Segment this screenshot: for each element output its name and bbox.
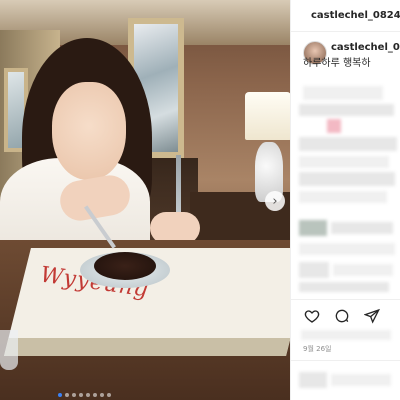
carousel-dot [72,393,76,397]
blurred-comment [327,119,341,133]
caption-text: 하루하루 행복하 [303,58,371,69]
header-username-row[interactable]: castlechel_0824✓ [311,10,400,21]
carousel-dot [79,393,83,397]
blurred-comment-input [331,374,391,386]
blurred-comment [299,137,397,151]
chocolate-cake [94,252,156,280]
blurred-comment [299,156,389,168]
carousel-dot [100,393,104,397]
like-button[interactable] [303,307,321,325]
chevron-right-icon: › [272,193,278,209]
person-face [52,82,126,180]
header-username[interactable]: castlechel_0824 [311,10,400,21]
blurred-comment [299,104,394,116]
caption-username[interactable]: castlechel_0824 [331,42,400,53]
comment-icon [335,309,349,323]
post-date: 9월 26일 [303,345,332,353]
carousel-dot [86,393,90,397]
carousel-indicator [58,393,111,397]
heart-icon [304,310,320,323]
blurred-comment-input [299,372,327,388]
post-side-panel: castlechel_0824✓ castlechel_0824 하루하루 행복… [290,0,400,400]
blurred-comment [299,282,389,292]
post-header: castlechel_0824✓ [291,0,400,30]
share-icon [364,308,380,324]
share-button[interactable] [363,307,381,325]
carousel-dot [58,393,62,397]
header-divider [291,31,400,32]
blurred-comment [331,222,393,234]
lamp-shade [245,92,290,140]
next-photo-button[interactable]: › [265,191,285,211]
action-bar [303,307,381,325]
blurred-comment [299,220,327,236]
comment-button[interactable] [333,307,351,325]
carousel-dot [107,393,111,397]
carousel-dot [93,393,97,397]
blurred-comment [299,243,395,255]
blurred-comment [303,86,383,100]
blurred-likes [301,330,391,340]
post-photo[interactable]: Wyyeung › [0,0,290,400]
water-glass [0,330,18,370]
actions-divider [291,299,400,300]
date-divider [291,360,400,361]
carousel-dot [65,393,69,397]
blurred-comment [299,191,387,203]
blurred-comment [299,262,329,278]
blurred-comment [299,172,395,186]
blurred-comment [333,264,393,276]
